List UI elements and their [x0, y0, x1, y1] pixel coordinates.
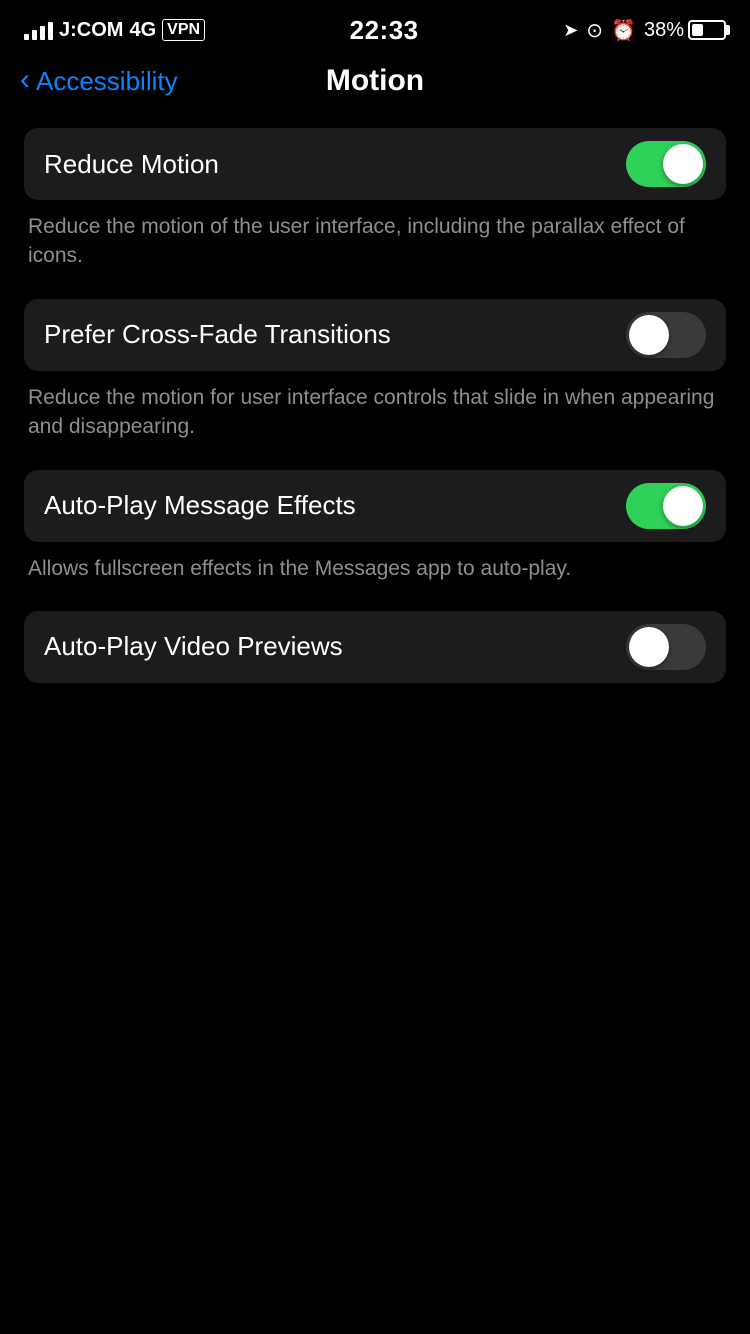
battery-percent: 38% — [644, 19, 684, 42]
toggle-knob-cross-fade — [629, 315, 669, 355]
settings-row-autoplay-video[interactable]: Auto-Play Video Previews — [24, 611, 726, 683]
compass-icon: ⊙ — [586, 18, 603, 43]
settings-row-cross-fade[interactable]: Prefer Cross-Fade Transitions — [24, 299, 726, 371]
settings-group-cross-fade: Prefer Cross-Fade Transitions Reduce the … — [24, 299, 726, 462]
toggle-autoplay-message[interactable] — [626, 483, 706, 529]
settings-label-cross-fade: Prefer Cross-Fade Transitions — [44, 319, 391, 350]
toggle-autoplay-video[interactable] — [626, 624, 706, 670]
settings-group-autoplay-video: Auto-Play Video Previews — [24, 611, 726, 683]
nav-header: ‹ Accessibility Motion — [0, 54, 750, 118]
location-icon: ➤ — [563, 20, 578, 41]
settings-description-autoplay-message: Allows fullscreen effects in the Message… — [24, 542, 726, 603]
back-chevron-icon: ‹ — [20, 65, 30, 95]
settings-container: Reduce Motion Reduce the motion of the us… — [0, 118, 750, 701]
settings-description-reduce-motion: Reduce the motion of the user interface,… — [24, 200, 726, 291]
settings-row-reduce-motion[interactable]: Reduce Motion — [24, 128, 726, 200]
page-title: Motion — [326, 64, 424, 98]
settings-group-autoplay-message: Auto-Play Message Effects Allows fullscre… — [24, 470, 726, 603]
toggle-cross-fade[interactable] — [626, 312, 706, 358]
status-left: J:COM 4G VPN — [24, 19, 205, 42]
battery-icon — [688, 20, 726, 40]
network-label: 4G — [129, 19, 156, 42]
battery-container: 38% — [644, 19, 726, 42]
signal-icon — [24, 20, 53, 40]
alarm-icon: ⏰ — [611, 18, 636, 43]
back-label: Accessibility — [36, 66, 178, 97]
settings-row-autoplay-message[interactable]: Auto-Play Message Effects — [24, 470, 726, 542]
status-right: ➤ ⊙ ⏰ 38% — [563, 18, 726, 43]
toggle-knob-autoplay-video — [629, 627, 669, 667]
settings-description-cross-fade: Reduce the motion for user interface con… — [24, 371, 726, 462]
settings-group-reduce-motion: Reduce Motion Reduce the motion of the us… — [24, 128, 726, 291]
settings-label-reduce-motion: Reduce Motion — [44, 149, 219, 180]
settings-label-autoplay-video: Auto-Play Video Previews — [44, 631, 343, 662]
settings-label-autoplay-message: Auto-Play Message Effects — [44, 490, 356, 521]
toggle-reduce-motion[interactable] — [626, 141, 706, 187]
carrier-label: J:COM — [59, 19, 123, 42]
battery-fill — [692, 24, 703, 36]
status-bar: J:COM 4G VPN 22:33 ➤ ⊙ ⏰ 38% — [0, 0, 750, 54]
toggle-knob-reduce-motion — [663, 144, 703, 184]
toggle-knob-autoplay-message — [663, 486, 703, 526]
vpn-badge: VPN — [162, 19, 205, 41]
back-button[interactable]: ‹ Accessibility — [20, 66, 178, 97]
status-time: 22:33 — [350, 15, 419, 46]
